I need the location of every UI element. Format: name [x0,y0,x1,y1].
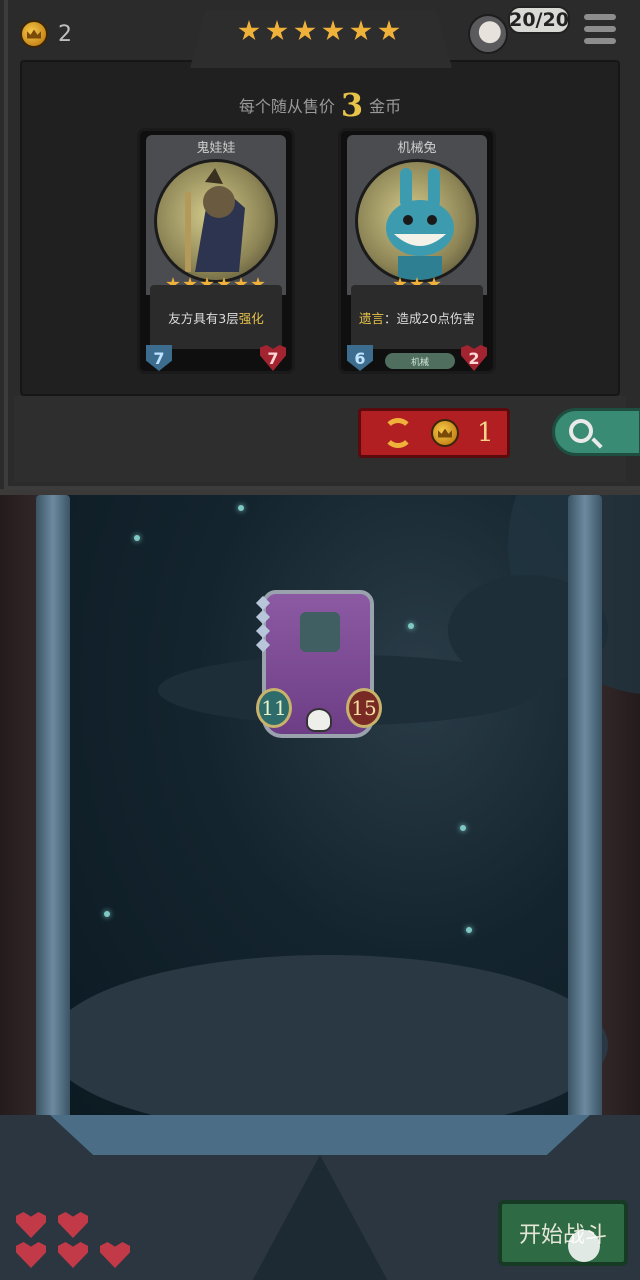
star-icon [322,20,344,41]
sell-prefix: 每个随从售价 [238,97,335,116]
player-avatar[interactable] [468,14,508,54]
card-portrait [154,159,278,283]
gold-amount: 2 [58,21,72,47]
star-icon [238,20,260,41]
star-icon [378,20,400,41]
card-name: 鬼娃娃 [196,141,236,156]
heart-icon [16,1242,46,1268]
start-battle-button[interactable]: 开始战斗 [498,1200,628,1266]
star-icon [350,20,372,41]
touch-indicator [568,1230,600,1262]
sell-value: 3 [340,86,364,124]
refresh-icon [383,418,413,448]
sell-suffix: 金币 [369,97,402,116]
population-count: 20/20 [508,6,570,34]
night-sky [48,495,640,1135]
tier-stars [238,20,400,42]
card-name: 机械兔 [397,141,437,156]
minion-attack: 11 [256,688,292,728]
star-icon [294,20,316,41]
refresh-shop-button[interactable]: 1 [358,408,510,458]
shop-footer [14,396,626,482]
heart-icon [58,1242,88,1268]
menu-icon[interactable] [584,14,616,44]
sell-price-info: 每个随从售价 3 金币 [0,86,640,124]
card-portrait [355,159,479,283]
refresh-cost: 1 [477,418,494,448]
player-lives [16,1212,130,1268]
robot-bell-icon [300,612,340,652]
minion-health: 15 [346,688,382,728]
game-screen: { "top_bar": { "gold": "2", "tier_stars"… [0,0,640,1280]
right-pillar [568,495,602,1135]
coin-icon [20,20,48,48]
heart-icon [16,1212,46,1238]
shop-card[interactable]: 机械兔 遗言：造成20点伤害 6 机械 2 [338,128,496,374]
shop-card[interactable]: 鬼娃娃 友方具有3层强化 7 7 [137,128,295,374]
heart-icon [58,1212,88,1238]
gold-counter: 2 [20,20,72,48]
card-description: 友方具有3层强化 [150,285,282,349]
star-icon [266,20,288,41]
skull-icon [306,708,332,732]
card-tribe-tag: 机械 [385,353,455,369]
left-pillar [36,495,70,1135]
minion-gems [255,595,271,653]
coin-icon [431,419,459,447]
card-attack: 7 [146,345,172,371]
board-minion[interactable]: 11 15 [255,590,382,738]
search-button[interactable] [552,408,640,456]
card-description: 遗言：造成20点伤害 [351,285,483,349]
card-attack: 6 [347,345,373,371]
search-icon [569,419,593,443]
heart-icon [100,1242,130,1268]
